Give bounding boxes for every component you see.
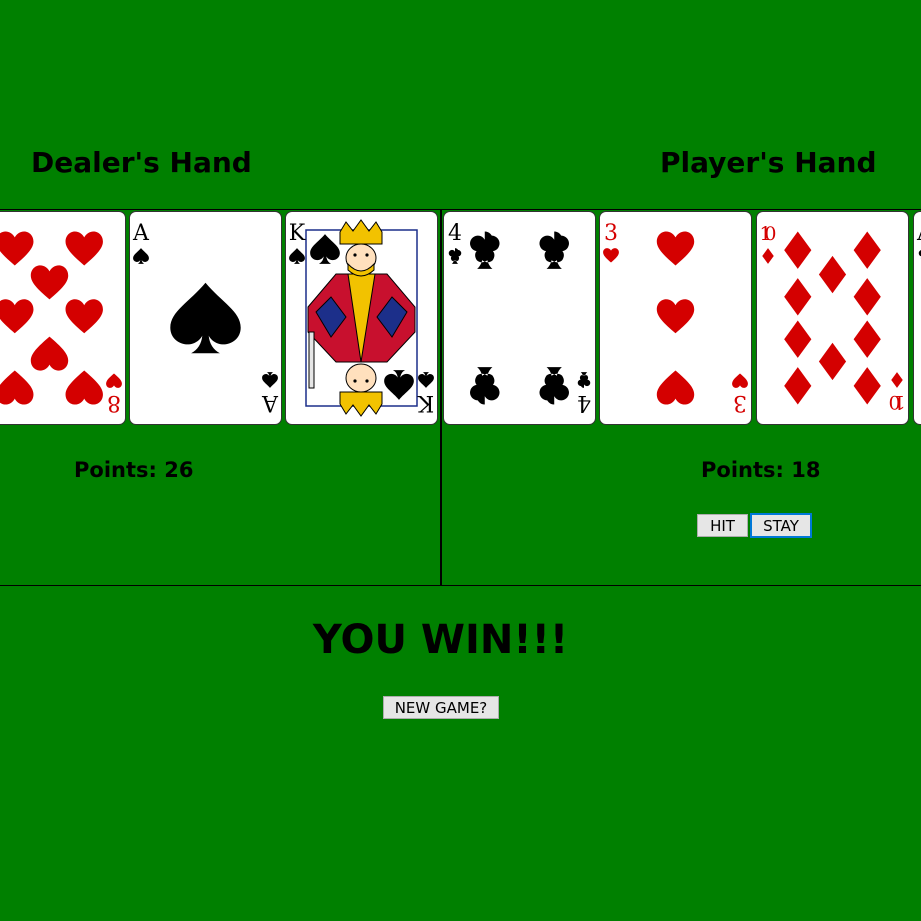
card-corner-top: A: [132, 221, 150, 246]
diamond-icon: [784, 278, 812, 316]
spade-small-icon: [418, 372, 434, 388]
heart-icon: [656, 299, 695, 334]
stay-button[interactable]: STAY: [750, 513, 812, 538]
player-card-ten-of-diamonds: 10 10: [756, 211, 909, 425]
dealer-cards: 88 AA KK: [0, 211, 440, 427]
card-rank: A: [916, 221, 921, 246]
player-card-three-of-hearts: 33: [599, 211, 752, 425]
heart-icon: [30, 265, 69, 300]
card-corner-bottom: 8: [107, 390, 121, 415]
club-icon: [539, 367, 569, 405]
heart-small-icon: [106, 373, 122, 388]
diamond-icon: [784, 231, 812, 269]
diamond-icon: [853, 278, 881, 316]
card-rank: A: [261, 390, 279, 415]
diamond-icon: [784, 367, 812, 405]
club-small-icon: [448, 248, 462, 264]
heart-small-icon: [603, 248, 619, 263]
spade-icon: [384, 370, 414, 400]
player-cards: 44 33 1010 AA: [442, 211, 921, 427]
card-rank: 3: [604, 221, 618, 246]
card-rank: 4: [577, 390, 591, 415]
heart-icon: [656, 231, 695, 266]
new-game-button[interactable]: NEW GAME?: [383, 696, 499, 719]
card-corner-top: A: [916, 221, 921, 246]
top-divider: [0, 209, 921, 210]
heart-icon: [656, 370, 695, 405]
diamond-small-icon: [891, 372, 903, 388]
spade-small-icon: [262, 372, 278, 388]
club-icon: [539, 231, 569, 269]
card-rank: K: [417, 390, 434, 415]
heart-icon: [65, 299, 103, 334]
card-corner-bottom: 3: [733, 390, 747, 415]
dealer-card-eight-of-hearts: 88: [0, 211, 126, 425]
dealer-card-king-of-spades: KK: [285, 211, 438, 425]
club-small-icon: [577, 372, 591, 388]
dealer-hand-title: Dealer's Hand: [31, 146, 252, 179]
dealer-points: Points: 26: [74, 458, 194, 482]
player-points: Points: 18: [701, 458, 821, 482]
heart-icon: [65, 231, 103, 266]
result-message: YOU WIN!!!: [312, 617, 569, 663]
card-rank: 3: [733, 390, 747, 415]
card-corner-top: K: [289, 221, 306, 246]
heart-icon: [0, 299, 34, 334]
heart-small-icon: [732, 373, 748, 388]
card-rank: A: [132, 221, 150, 246]
heart-icon: [65, 370, 103, 405]
card-corner-top: 4: [448, 221, 462, 246]
player-card-four-of-clubs: 44: [443, 211, 596, 425]
diamond-icon: [784, 320, 812, 358]
club-icon: [470, 367, 500, 405]
card-rank: 4: [448, 221, 462, 246]
heart-icon: [0, 370, 34, 405]
spade-small-icon: [289, 248, 305, 264]
card-rank: 8: [107, 390, 121, 415]
card-rank: 10: [760, 223, 777, 245]
heart-icon: [0, 231, 34, 266]
diamond-icon: [818, 342, 847, 381]
player-hand-title: Player's Hand: [660, 146, 877, 179]
card-corner-top: 3: [604, 221, 618, 246]
bottom-divider: [0, 585, 921, 586]
card-rank: K: [289, 221, 306, 246]
diamond-icon: [853, 320, 881, 358]
diamond-small-icon: [762, 248, 774, 264]
heart-icon: [30, 336, 69, 371]
card-corner-bottom: 4: [577, 390, 591, 415]
club-icon: [470, 231, 500, 269]
card-corner-top: 10: [760, 223, 777, 245]
card-corner-bottom: A: [261, 390, 279, 415]
card-rank: 10: [889, 391, 906, 413]
diamond-icon: [818, 255, 847, 294]
card-corner-bottom: K: [417, 390, 434, 415]
card-corner-bottom: 10: [889, 391, 906, 413]
player-card-ace-of-clubs: AA: [913, 211, 921, 425]
diamond-icon: [853, 231, 881, 269]
spade-icon: [170, 282, 241, 354]
spade-small-icon: [133, 248, 149, 264]
spade-icon: [310, 234, 340, 264]
hit-button[interactable]: HIT: [697, 514, 748, 537]
dealer-card-ace-of-spades: AA: [129, 211, 282, 425]
diamond-icon: [853, 367, 881, 405]
